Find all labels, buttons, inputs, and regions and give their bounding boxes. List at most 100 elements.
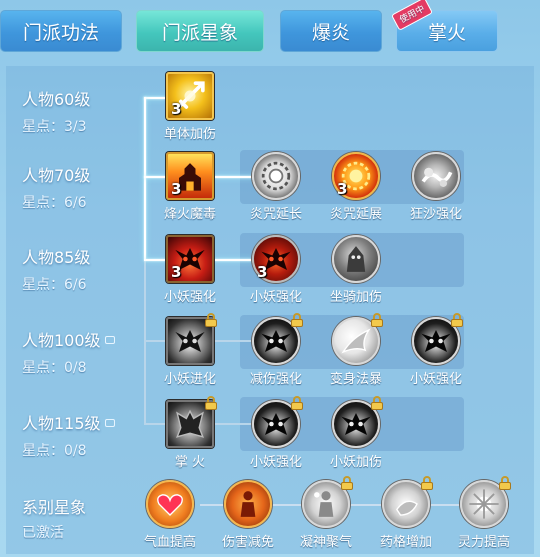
system-title: 系别星象 <box>22 498 87 517</box>
system-node-qixuetigao[interactable]: 气血提高 <box>142 480 198 550</box>
row-label-60: 人物60级 星点：3/3 <box>22 86 152 136</box>
level-requirement: 人物60级 <box>22 90 91 109</box>
skill-name: 炎咒延长 <box>249 207 302 222</box>
row-label-70: 人物70级 星点：6/6 <box>22 162 152 212</box>
skill-name: 坐骑加伤 <box>329 290 382 305</box>
skill-level-count: 3 <box>337 180 348 198</box>
in-use-badge: 使用中 <box>390 0 434 31</box>
potion-icon <box>382 476 433 528</box>
mount-beast-icon <box>332 235 380 283</box>
skill-name: 小妖进化 <box>163 372 216 387</box>
tab-zhanghuo[interactable]: 使用中 掌火 <box>390 0 498 52</box>
tab-menpai-gongfa[interactable]: 门派功法 <box>0 10 122 52</box>
lock-icon <box>204 396 218 410</box>
skill-name: 灵力提高 <box>457 535 510 550</box>
skill-name: 单体加伤 <box>163 127 216 142</box>
demon-mask-icon <box>166 313 217 365</box>
lock-icon <box>204 313 218 327</box>
demon-mask-icon <box>332 396 383 448</box>
skill-name: 掌 火 <box>174 455 206 470</box>
skill-name: 减伤强化 <box>249 372 302 387</box>
skill-node-dantijiashang[interactable]: 3 单体加伤 <box>162 72 218 142</box>
skill-node-jianshangqianghua[interactable]: 减伤强化 <box>248 313 304 387</box>
lock-icon <box>340 476 354 490</box>
heart-icon <box>146 480 194 528</box>
skill-node-zhanghuo[interactable]: 掌 火 <box>162 396 218 470</box>
demon-mask-icon: 3 <box>166 235 214 283</box>
skill-name: 狂沙强化 <box>409 207 462 222</box>
star-points: 星点：0/8 <box>22 443 87 459</box>
lock-icon <box>290 396 304 410</box>
system-node-shanghaijianmian[interactable]: 伤害减免 <box>220 480 276 550</box>
skill-node-yanzhouyanzhan[interactable]: 3 炎咒延展 <box>328 152 384 222</box>
fire-rune-icon: 3 <box>332 152 380 200</box>
skill-level-count: 3 <box>171 180 182 198</box>
demon-armor-icon <box>166 396 217 448</box>
skill-name: 药格增加 <box>379 535 432 550</box>
skill-node-xiaoyaoqianghua[interactable]: 3 小妖强化 <box>162 235 218 305</box>
demon-mask-icon <box>252 396 303 448</box>
level-requirement: 人物70级 <box>22 166 91 185</box>
skill-name: 变身法暴 <box>329 372 382 387</box>
demon-mask-icon <box>252 313 303 365</box>
lock-icon <box>370 396 384 410</box>
skill-name: 小妖加伤 <box>329 455 382 470</box>
skill-name: 小妖强化 <box>409 372 462 387</box>
demon-mask-icon: 3 <box>252 235 300 283</box>
star-points: 星点：6/6 <box>22 277 87 293</box>
skill-node-xiaoyaoqianghua-2[interactable]: 3 小妖强化 <box>248 235 304 305</box>
system-label: 系别星象 已激活 <box>22 494 152 542</box>
skill-name: 气血提高 <box>143 535 196 550</box>
skill-name: 小妖强化 <box>249 290 302 305</box>
level-requirement: 人物115级 <box>22 410 152 434</box>
star-points: 星点：3/3 <box>22 119 87 135</box>
skill-level-count: 3 <box>171 263 182 281</box>
system-node-ningshenjuqi[interactable]: 凝神聚气 <box>298 476 354 550</box>
star-points: 星点：6/6 <box>22 195 87 211</box>
skill-name: 伤害减免 <box>221 535 274 550</box>
skill-node-bianshenfabao[interactable]: 变身法暴 <box>328 313 384 387</box>
lock-icon <box>104 336 115 344</box>
row-label-85: 人物85级 星点：6/6 <box>22 244 152 294</box>
skill-node-fenghuomodu[interactable]: 3 烽火魔毒 <box>162 152 218 222</box>
sandstorm-icon <box>412 152 460 200</box>
tab-baoyan[interactable]: 爆炎 <box>280 10 382 52</box>
skill-node-kuangshaqianghua[interactable]: 狂沙强化 <box>408 152 464 222</box>
rune-wheel-icon <box>252 152 300 200</box>
skill-node-xiaoyaoqianghua-3[interactable]: 小妖强化 <box>408 313 464 387</box>
system-status: 已激活 <box>22 525 64 541</box>
skill-node-yanzhouyanchang[interactable]: 炎咒延长 <box>248 152 304 222</box>
lock-icon <box>104 419 115 427</box>
tab-label: 掌火 <box>427 21 466 44</box>
lock-icon <box>498 476 512 490</box>
system-node-yaogezengjia[interactable]: 药格增加 <box>378 476 434 550</box>
row-label-100: 人物100级 星点：0/8 <box>22 327 152 377</box>
level-requirement: 人物85级 <box>22 248 91 267</box>
skill-name: 小妖强化 <box>249 455 302 470</box>
spirit-burst-icon <box>460 476 511 528</box>
skill-name: 凝神聚气 <box>299 535 352 550</box>
connector <box>144 97 146 259</box>
skill-node-xiaoyaoqianghua-4[interactable]: 小妖强化 <box>248 396 304 470</box>
skill-node-zuojijiashang[interactable]: 坐骑加伤 <box>328 235 384 305</box>
demon-mask-icon <box>412 313 463 365</box>
tab-bar: 门派功法 门派星象 爆炎 使用中 掌火 <box>0 0 540 62</box>
lock-icon <box>290 313 304 327</box>
star-points: 星点：0/8 <box>22 360 87 376</box>
skill-level-count: 3 <box>171 100 182 118</box>
system-node-linglitigao[interactable]: 灵力提高 <box>456 476 512 550</box>
sword-burst-icon: 3 <box>166 72 214 120</box>
skill-name: 烽火魔毒 <box>163 207 216 222</box>
skill-name: 小妖强化 <box>163 290 216 305</box>
lock-icon <box>420 476 434 490</box>
level-requirement: 人物100级 <box>22 327 152 351</box>
lock-icon <box>370 313 384 327</box>
tab-menpai-xingxiang[interactable]: 门派星象 <box>136 10 264 52</box>
skill-name: 炎咒延展 <box>329 207 382 222</box>
skill-level-count: 3 <box>257 263 268 281</box>
row-label-115: 人物115级 星点：0/8 <box>22 410 152 460</box>
skill-node-xiaoyaojiashang[interactable]: 小妖加伤 <box>328 396 384 470</box>
focus-aura-icon <box>302 476 353 528</box>
skill-node-xiaoyaojinhua[interactable]: 小妖进化 <box>162 313 218 387</box>
wing-slash-icon <box>332 313 383 365</box>
